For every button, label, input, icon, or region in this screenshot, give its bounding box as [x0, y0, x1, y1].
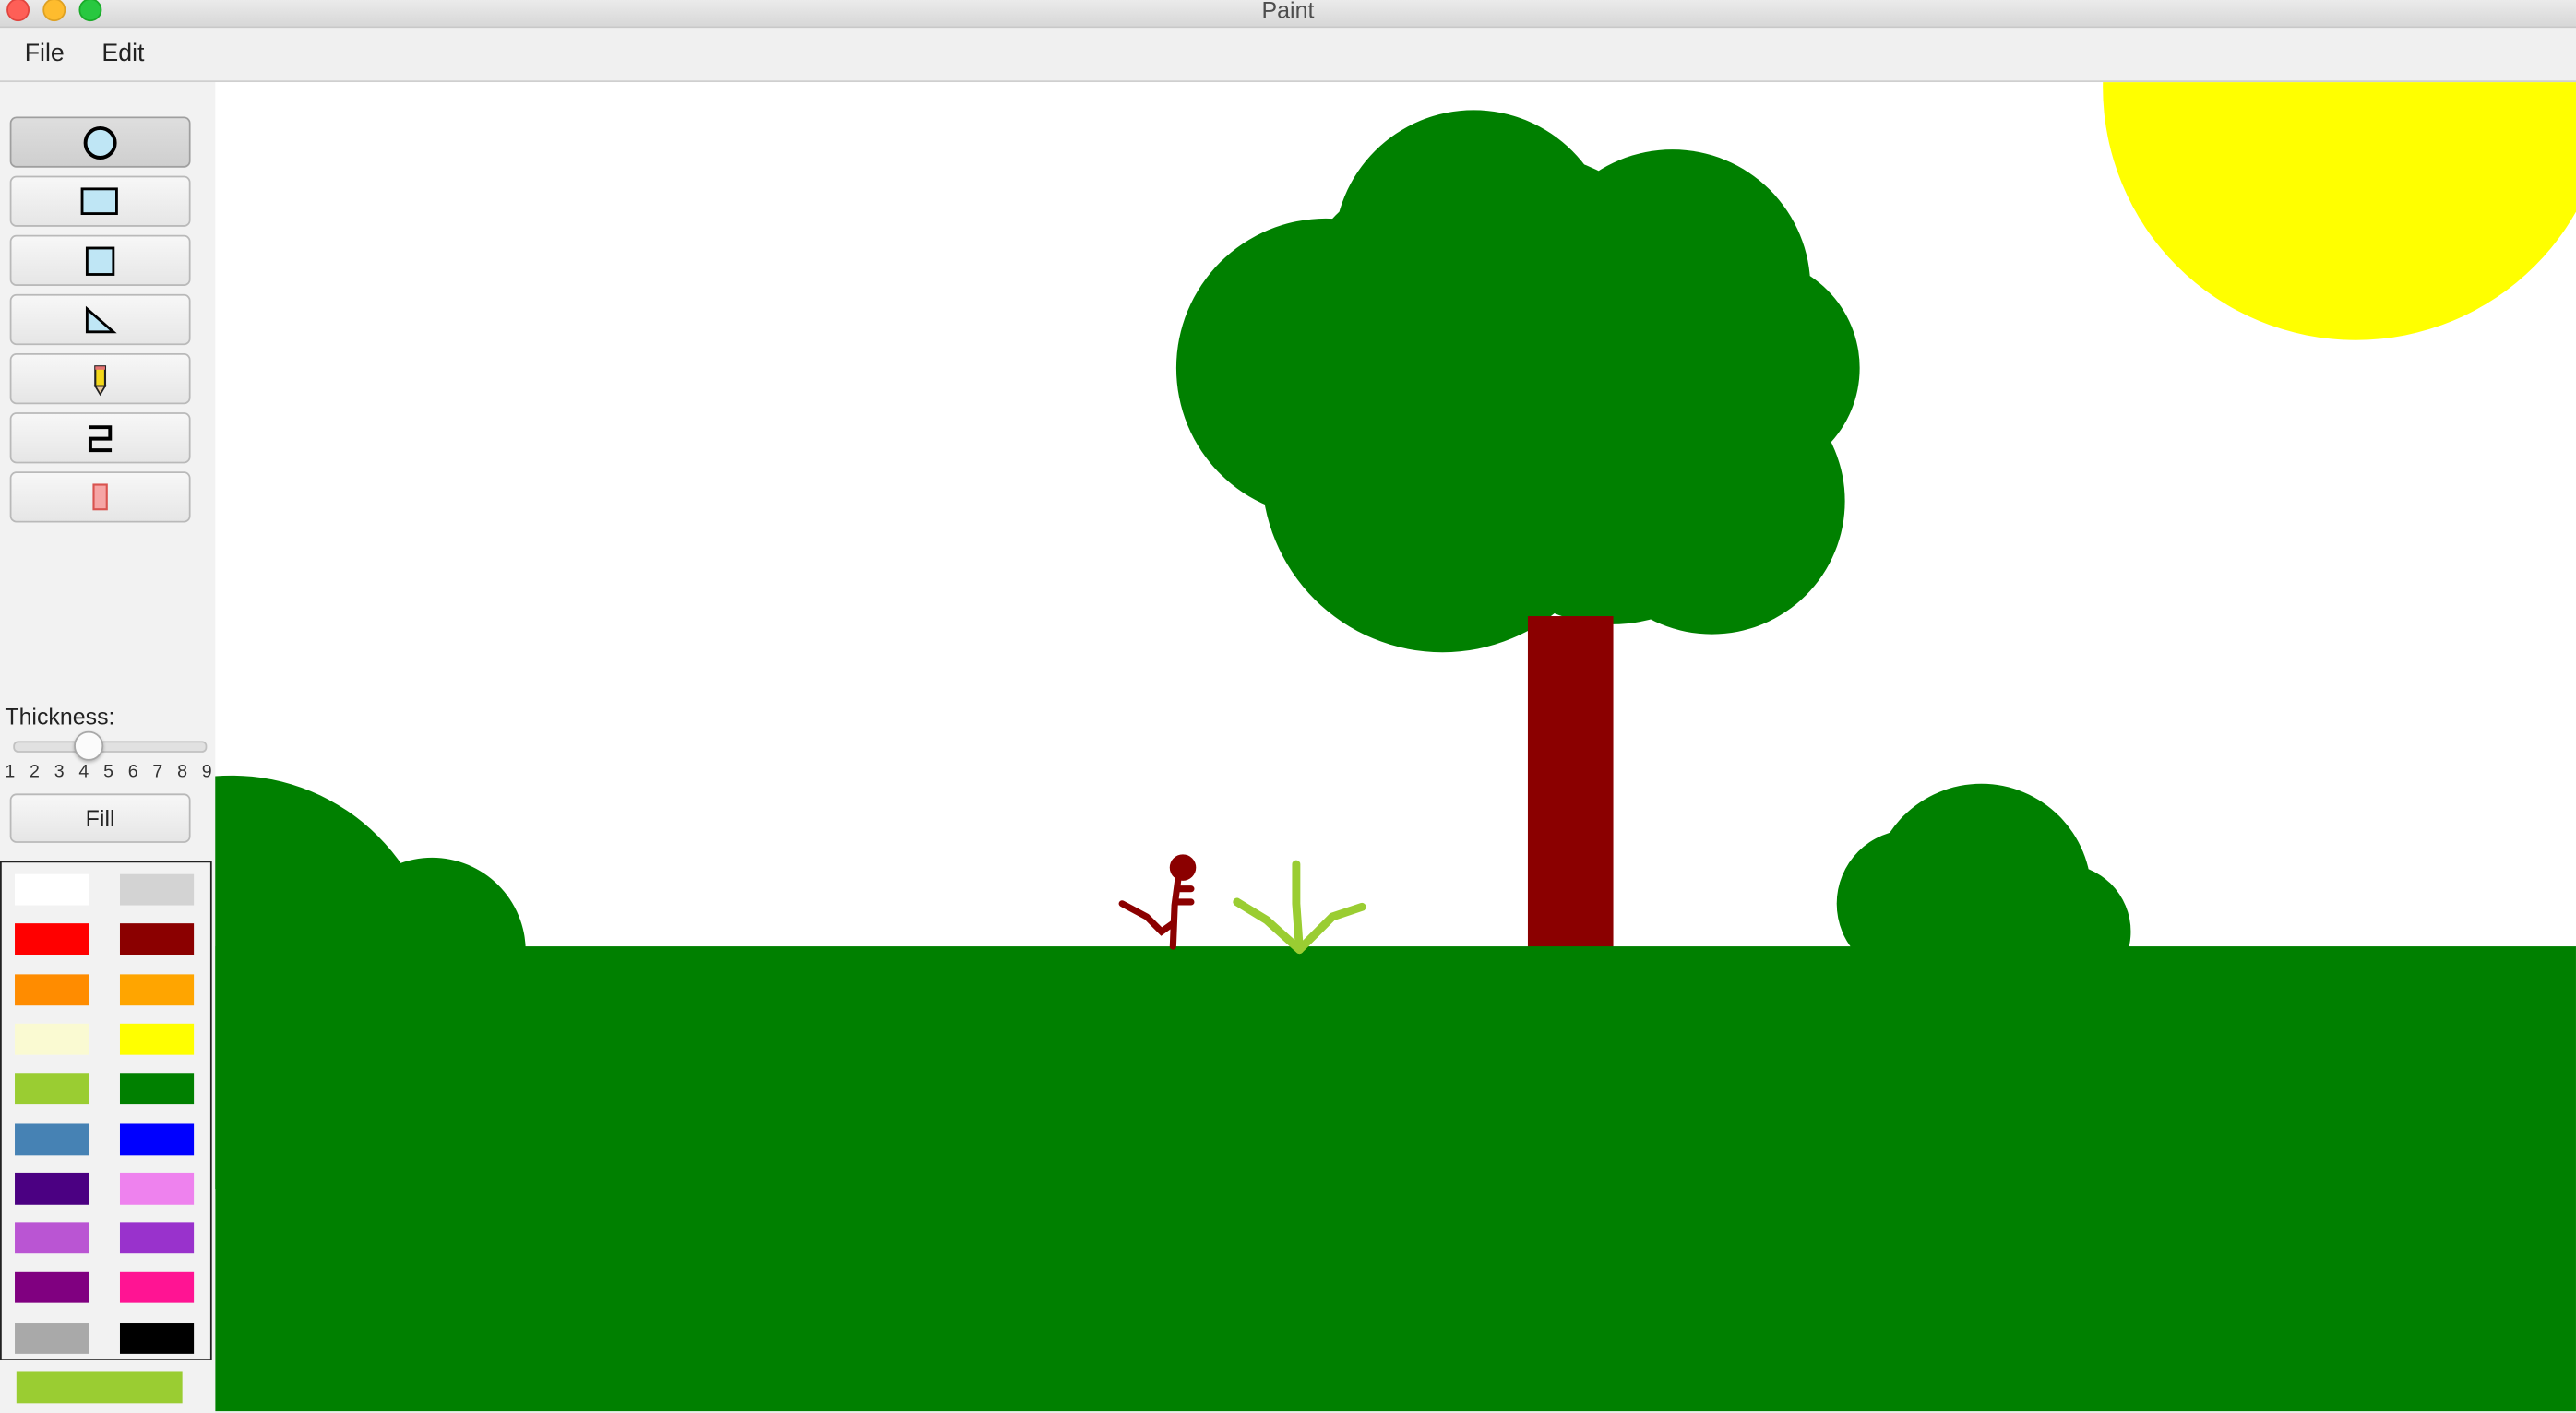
color-swatch[interactable]	[119, 1222, 195, 1254]
sun-shape	[2103, 82, 2576, 340]
color-swatch[interactable]	[15, 1023, 89, 1055]
tree-crown-shape	[1175, 110, 1860, 653]
color-swatch[interactable]	[119, 923, 195, 956]
title-bar: Paint	[0, 0, 2576, 29]
color-swatch[interactable]	[15, 1222, 89, 1254]
eraser-tool-button[interactable]	[9, 471, 191, 523]
plant-drawing	[1233, 860, 1366, 955]
pencil-icon	[93, 364, 107, 396]
polyline-icon	[88, 424, 113, 452]
color-swatch[interactable]	[119, 973, 195, 1005]
color-swatch[interactable]	[119, 1322, 195, 1354]
color-swatch[interactable]	[15, 1122, 89, 1155]
drawing-scene	[215, 82, 2576, 1412]
tick-label: 4	[78, 762, 89, 782]
tree-trunk-shape	[1527, 616, 1614, 962]
rectangle-icon	[80, 186, 118, 215]
fill-button[interactable]: Fill	[9, 793, 191, 843]
color-swatch[interactable]	[15, 1322, 89, 1354]
pencil-tool-button[interactable]	[9, 353, 191, 405]
tool-sidebar: Thickness: 1 2 3 4 5 6 7 8 9 Fill	[0, 82, 216, 1413]
tick-label: 9	[201, 762, 212, 782]
paint-window: Paint File Edit Thickness: 1 2 3 4 5 6 7…	[0, 0, 2576, 1413]
window-title: Paint	[1261, 0, 1315, 23]
color-palette	[0, 861, 212, 1360]
triangle-tool-button[interactable]	[9, 293, 191, 346]
ellipse-tool-button[interactable]	[9, 116, 191, 168]
color-swatch[interactable]	[15, 1073, 89, 1105]
thickness-slider-track[interactable]	[13, 741, 208, 753]
menu-edit[interactable]: Edit	[95, 40, 150, 67]
current-color-indicator	[16, 1371, 183, 1404]
color-swatch[interactable]	[119, 873, 195, 906]
menu-file[interactable]: File	[18, 40, 71, 67]
color-swatch[interactable]	[15, 973, 89, 1005]
triangle-icon	[85, 304, 117, 333]
grass-ground-shape	[215, 946, 2576, 1412]
tick-label: 8	[177, 762, 188, 782]
tick-label: 2	[30, 762, 40, 782]
thickness-tick-labels: 1 2 3 4 5 6 7 8 9	[5, 763, 211, 782]
thickness-slider-thumb[interactable]	[73, 730, 103, 761]
menu-bar: File Edit	[0, 28, 2576, 83]
color-swatch[interactable]	[119, 1172, 195, 1205]
color-swatch[interactable]	[15, 873, 89, 906]
color-swatch[interactable]	[15, 923, 89, 956]
thickness-label: Thickness:	[5, 703, 115, 730]
color-swatch[interactable]	[119, 1122, 195, 1155]
line-tool-button[interactable]	[9, 412, 191, 464]
tick-label: 3	[54, 762, 65, 782]
rectangle-tool-button[interactable]	[9, 175, 191, 227]
tick-label: 5	[103, 762, 113, 782]
square-tool-button[interactable]	[9, 234, 191, 286]
tick-label: 7	[152, 762, 163, 782]
color-swatch[interactable]	[119, 1272, 195, 1304]
tick-label: 1	[5, 762, 16, 782]
color-swatch[interactable]	[15, 1272, 89, 1304]
stick-figure-drawing	[1118, 854, 1197, 950]
tick-label: 6	[127, 762, 138, 782]
circle-icon	[83, 125, 117, 160]
eraser-icon	[92, 482, 108, 510]
color-swatch[interactable]	[15, 1172, 89, 1205]
color-swatch[interactable]	[119, 1073, 195, 1105]
color-swatch[interactable]	[119, 1023, 195, 1055]
square-icon	[85, 245, 115, 276]
drawing-canvas[interactable]	[215, 82, 2576, 1412]
